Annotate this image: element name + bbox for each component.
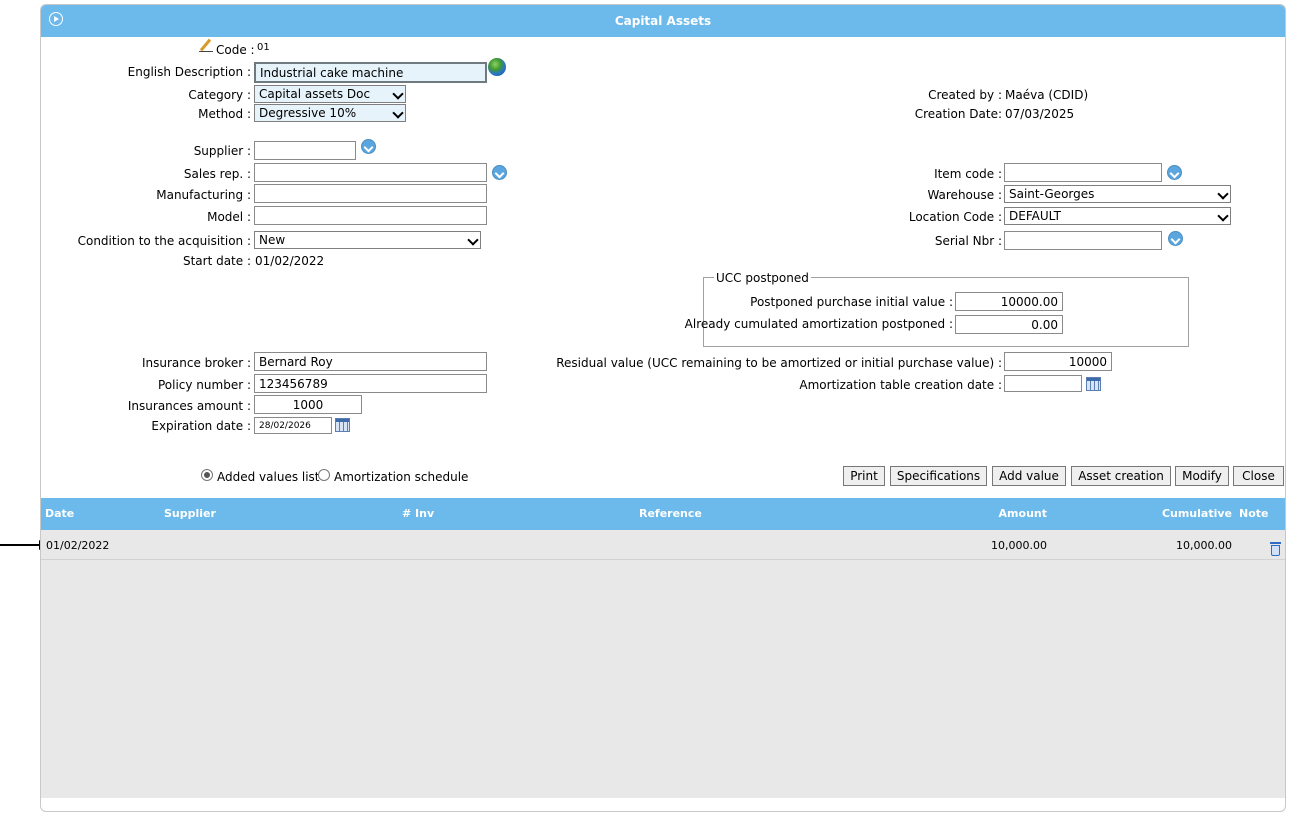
column-header-amount[interactable]: Amount xyxy=(999,507,1047,520)
added-values-label: Added values list xyxy=(217,470,320,484)
item-code-lookup-icon[interactable] xyxy=(1167,165,1182,180)
amort-table-date-label: Amortization table creation date : xyxy=(799,378,1002,392)
condition-label: Condition to the acquisition : xyxy=(77,234,251,248)
code-label: Code : xyxy=(216,43,255,57)
postponed-initial-field[interactable] xyxy=(955,292,1063,311)
method-label: Method : xyxy=(198,107,251,121)
row-amount: 10,000.00 xyxy=(991,539,1047,552)
column-header-reference[interactable]: Reference xyxy=(639,507,702,520)
supplier-label: Supplier : xyxy=(193,144,251,158)
serial-nbr-field[interactable] xyxy=(1004,231,1162,250)
item-code-field[interactable] xyxy=(1004,163,1162,182)
expiration-date-label: Expiration date : xyxy=(151,419,251,433)
creation-date-value: 07/03/2025 xyxy=(1005,107,1075,121)
pencil-icon xyxy=(199,39,213,53)
chevron-down-icon xyxy=(392,107,404,119)
residual-value-label: Residual value (UCC remaining to be amor… xyxy=(556,356,1002,370)
policy-number-label: Policy number : xyxy=(157,378,251,392)
english-description-field[interactable] xyxy=(254,62,487,83)
sales-rep-label: Sales rep. : xyxy=(183,167,251,181)
asset-creation-button[interactable]: Asset creation xyxy=(1071,466,1171,486)
nav-arrow-icon[interactable] xyxy=(49,12,63,26)
residual-value-field[interactable] xyxy=(1004,352,1112,371)
item-code-label: Item code : xyxy=(934,167,1002,181)
creation-date-label: Creation Date: xyxy=(914,107,1002,121)
column-header-inv[interactable]: # Inv xyxy=(402,507,434,520)
row-cumulative: 10,000.00 xyxy=(1176,539,1232,552)
manufacturing-field[interactable] xyxy=(254,184,487,203)
model-field[interactable] xyxy=(254,206,487,225)
insurance-broker-field[interactable] xyxy=(254,352,487,371)
warehouse-select-value: Saint-Georges xyxy=(1009,187,1095,201)
table-row[interactable]: 01/02/2022 10,000.00 10,000.00 xyxy=(41,530,1285,560)
insurances-amount-field[interactable] xyxy=(254,395,362,414)
condition-select[interactable]: New xyxy=(254,231,481,249)
column-header-date[interactable]: Date xyxy=(45,507,74,520)
column-header-supplier[interactable]: Supplier xyxy=(164,507,216,520)
already-cumulated-field[interactable] xyxy=(955,315,1063,334)
title-bar: Capital Assets xyxy=(41,5,1285,37)
location-code-select[interactable]: DEFAULT xyxy=(1004,207,1231,225)
already-cumulated-label: Already cumulated amortization postponed… xyxy=(684,317,953,331)
serial-nbr-label: Serial Nbr : xyxy=(934,234,1002,248)
window-title: Capital Assets xyxy=(614,14,712,28)
ucc-postponed-fieldset xyxy=(703,277,1189,347)
column-header-note[interactable]: Note xyxy=(1239,507,1268,520)
column-header-cumulative[interactable]: Cumulative xyxy=(1162,507,1232,520)
specifications-button[interactable]: Specifications xyxy=(890,466,987,486)
supplier-field[interactable] xyxy=(254,141,356,160)
serial-nbr-lookup-icon[interactable] xyxy=(1168,231,1183,246)
print-button[interactable]: Print xyxy=(843,466,885,486)
method-select-value: Degressive 10% xyxy=(259,106,357,120)
calendar-icon[interactable] xyxy=(335,418,350,432)
created-by-value: Maéva (CDID) xyxy=(1005,88,1089,102)
row-pointer-arrow-icon xyxy=(0,544,40,546)
postponed-initial-label: Postponed purchase initial value : xyxy=(750,295,953,309)
category-select-value: Capital assets Doc xyxy=(259,87,371,101)
category-select[interactable]: Capital assets Doc xyxy=(254,85,406,103)
policy-number-field[interactable] xyxy=(254,374,487,393)
condition-select-value: New xyxy=(259,233,286,247)
amortization-schedule-radio[interactable] xyxy=(318,469,330,481)
sales-rep-lookup-icon[interactable] xyxy=(492,165,507,180)
model-label: Model : xyxy=(207,210,251,224)
amort-table-date-field[interactable] xyxy=(1004,375,1082,392)
row-date: 01/02/2022 xyxy=(46,539,110,552)
chevron-down-icon xyxy=(467,234,479,246)
insurances-amount-label: Insurances amount : xyxy=(127,399,251,413)
english-description-label: English Description : xyxy=(127,65,251,79)
modify-button[interactable]: Modify xyxy=(1175,466,1229,486)
close-button[interactable]: Close xyxy=(1233,466,1284,486)
chevron-down-icon xyxy=(1217,188,1229,200)
manufacturing-label: Manufacturing : xyxy=(156,188,251,202)
created-by-label: Created by : xyxy=(928,88,1002,102)
trash-icon[interactable] xyxy=(1270,542,1281,556)
start-date-label: Start date : xyxy=(182,254,251,268)
amortization-schedule-label: Amortization schedule xyxy=(334,470,469,484)
warehouse-select[interactable]: Saint-Georges xyxy=(1004,185,1231,203)
globe-icon[interactable] xyxy=(488,58,506,76)
chevron-down-icon xyxy=(392,88,404,100)
added-values-radio[interactable] xyxy=(201,469,213,481)
insurance-broker-label: Insurance broker : xyxy=(141,356,251,370)
capital-assets-window: Capital Assets Code : 01 English Descrip… xyxy=(40,4,1286,812)
calendar-icon[interactable] xyxy=(1086,377,1101,391)
location-code-select-value: DEFAULT xyxy=(1009,209,1061,223)
warehouse-label: Warehouse : xyxy=(927,188,1002,202)
supplier-lookup-icon[interactable] xyxy=(361,139,376,154)
add-value-button[interactable]: Add value xyxy=(992,466,1066,486)
grid-body: 01/02/2022 10,000.00 10,000.00 xyxy=(41,530,1285,798)
chevron-down-icon xyxy=(1217,210,1229,222)
code-value: 01 xyxy=(257,42,270,53)
location-code-label: Location Code : xyxy=(908,210,1002,224)
method-select[interactable]: Degressive 10% xyxy=(254,104,406,122)
category-label: Category : xyxy=(188,88,251,102)
expiration-date-field[interactable] xyxy=(254,417,332,434)
start-date-value: 01/02/2022 xyxy=(255,254,325,268)
sales-rep-field[interactable] xyxy=(254,163,487,182)
grid-header: Date Supplier # Inv Reference Amount Cum… xyxy=(41,498,1285,530)
ucc-postponed-legend: UCC postponed xyxy=(714,271,811,285)
